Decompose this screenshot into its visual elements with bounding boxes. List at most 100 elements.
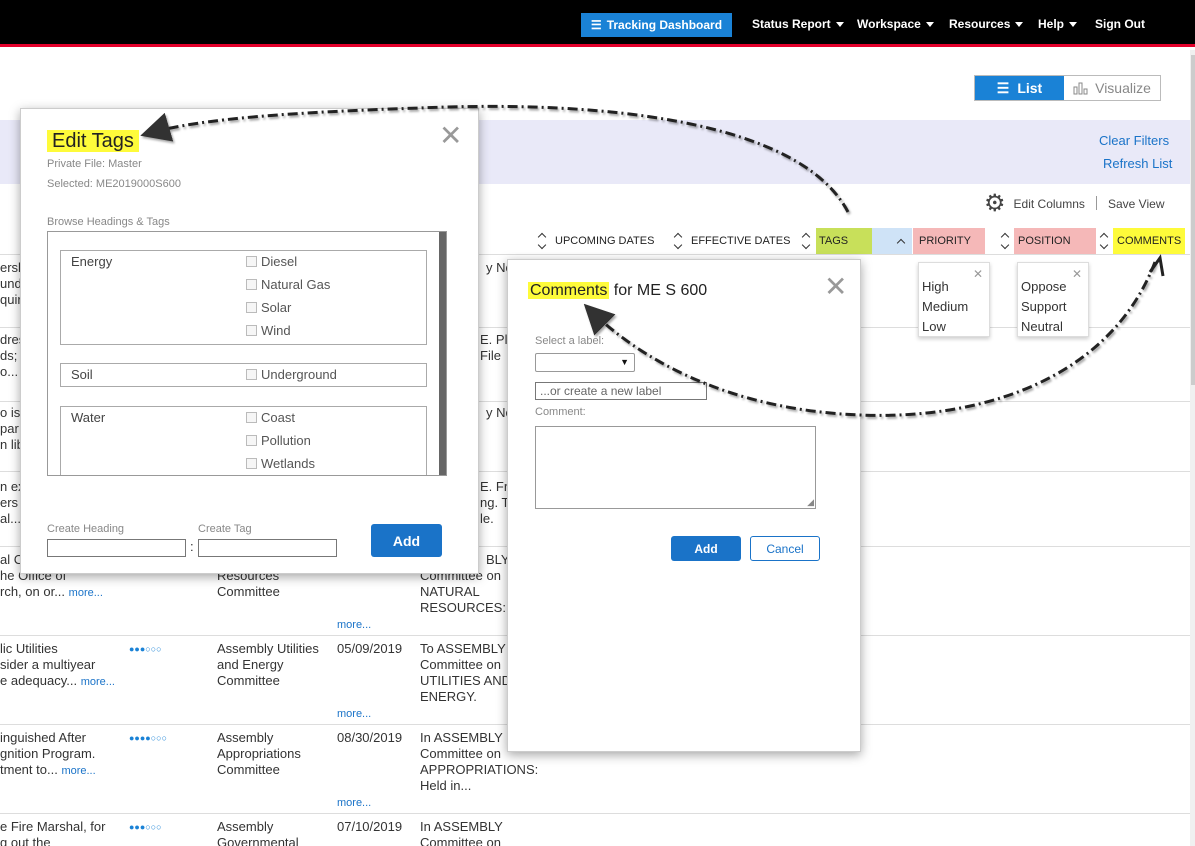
tag-checkbox[interactable]: Wind: [246, 323, 291, 338]
create-tag-label: Create Tag: [198, 523, 252, 535]
priority-option-low[interactable]: Low: [922, 317, 989, 337]
tracking-dashboard-button[interactable]: ☰ Tracking Dashboard: [581, 13, 732, 37]
comment-caption: Comment:: [535, 406, 586, 418]
nav-workspace[interactable]: Workspace: [857, 17, 934, 31]
tag-group-water: Water Coast Pollution Wetlands: [60, 406, 427, 475]
close-icon[interactable]: ✕: [1072, 264, 1082, 284]
nav-label: Status Report: [752, 17, 831, 31]
create-heading-input[interactable]: [47, 539, 186, 557]
more-link[interactable]: more...: [69, 587, 103, 599]
list-view-button[interactable]: ☰ List: [975, 76, 1064, 100]
create-heading-label: Create Heading: [47, 523, 125, 535]
row-date: 08/30/2019: [337, 730, 403, 745]
new-label-input[interactable]: ...or create a new label: [535, 382, 707, 400]
rating-dots: ●●●○○○: [129, 644, 162, 654]
bar-chart-icon: [1073, 82, 1088, 95]
chevron-down-icon: ▼: [620, 357, 629, 367]
comments-modal: Comments for ME S 600 ✕ Select a label: …: [507, 259, 861, 752]
priority-option-medium[interactable]: Medium: [922, 297, 989, 317]
group-heading: Energy: [71, 254, 113, 269]
tag-checkbox[interactable]: Solar: [246, 300, 291, 315]
nav-resources[interactable]: Resources: [949, 17, 1024, 31]
chevron-down-icon: [1069, 21, 1078, 27]
rating-dots: ●●●○○○: [129, 822, 162, 832]
tag-checkbox[interactable]: Wetlands: [246, 456, 315, 471]
comments-title: Comments for ME S 600: [528, 282, 708, 299]
edit-columns-label: Edit Columns: [1013, 197, 1085, 211]
tag-checkbox[interactable]: Coast: [246, 410, 295, 425]
page-scrollbar-thumb[interactable]: [1191, 55, 1195, 385]
more-link[interactable]: more...: [81, 676, 115, 688]
view-toggle: ☰ List Visualize: [974, 75, 1161, 101]
column-upcoming-dates[interactable]: UPCOMING DATES: [555, 228, 654, 254]
tag-checkbox[interactable]: Underground: [246, 367, 337, 382]
chevron-down-icon: [925, 21, 934, 27]
column-tags[interactable]: TAGS: [816, 228, 872, 254]
row-date: 05/09/2019: [337, 641, 403, 656]
nav-sign-out[interactable]: Sign Out: [1095, 17, 1145, 31]
tag-group-soil: Soil Underground: [60, 363, 427, 387]
tag-checkbox[interactable]: Pollution: [246, 433, 311, 448]
arrow-head-comments-col: [1148, 254, 1165, 277]
add-comment-button[interactable]: Add: [671, 536, 741, 561]
gear-icon: ⚙: [984, 190, 1006, 217]
priority-filter-popup: ✕ High Medium Low: [918, 262, 990, 337]
edit-tags-modal: Edit Tags ✕ Private File: Master Selecte…: [20, 108, 479, 574]
column-comments[interactable]: COMMENTS: [1113, 228, 1185, 254]
row-committee: Assembly Appropriations Committee: [217, 730, 301, 777]
column-effective-dates[interactable]: EFFECTIVE DATES: [691, 228, 790, 254]
more-link[interactable]: more...: [337, 706, 371, 722]
row-status: To ASSEMBLY Committee on UTILITIES AND ENER…: [420, 641, 512, 704]
close-icon[interactable]: ✕: [824, 270, 847, 303]
resize-handle-icon[interactable]: ◢: [807, 497, 814, 508]
close-icon[interactable]: ✕: [439, 119, 462, 152]
private-file-label: Private File: Master: [47, 158, 142, 170]
close-icon[interactable]: ✕: [973, 264, 983, 284]
tags-browser[interactable]: Energy Diesel Natural Gas Solar Wind Soi…: [47, 231, 447, 476]
create-tag-input[interactable]: [198, 539, 337, 557]
save-view-button[interactable]: Save View: [1108, 197, 1164, 211]
chevron-down-icon: [835, 21, 844, 27]
sort-upcoming-dates[interactable]: [535, 228, 549, 254]
more-link[interactable]: more...: [337, 617, 371, 633]
refresh-list-link[interactable]: Refresh List: [1103, 156, 1172, 171]
sort-effective-dates[interactable]: [671, 228, 685, 254]
add-tag-button[interactable]: Add: [371, 524, 442, 557]
cancel-button[interactable]: Cancel: [750, 536, 820, 561]
tag-checkbox[interactable]: Natural Gas: [246, 277, 330, 292]
chevron-up-icon: [896, 238, 906, 247]
visualize-view-button[interactable]: Visualize: [1064, 76, 1160, 100]
row-description: e Fire Marshal, for g out the: [0, 819, 106, 846]
position-option-support[interactable]: Support: [1021, 297, 1088, 317]
position-filter-popup: ✕ Oppose Support Neutral: [1017, 262, 1089, 337]
select-label-caption: Select a label:: [535, 335, 605, 347]
sort-priority[interactable]: [998, 228, 1012, 254]
sort-tags[interactable]: [799, 228, 813, 254]
tag-checkbox[interactable]: Diesel: [246, 254, 297, 269]
edit-columns-button[interactable]: ⚙ Edit Columns: [984, 190, 1085, 217]
more-link[interactable]: more...: [61, 765, 95, 777]
tracking-dashboard-label: Tracking Dashboard: [606, 18, 723, 32]
browse-headings-label: Browse Headings & Tags: [47, 216, 170, 228]
column-priority[interactable]: PRIORITY: [913, 228, 985, 254]
edit-tags-title: Edit Tags: [47, 130, 139, 153]
position-option-neutral[interactable]: Neutral: [1021, 317, 1088, 337]
row-committee: Assembly Governmental: [217, 819, 299, 846]
nav-help[interactable]: Help: [1038, 17, 1078, 31]
more-link[interactable]: more...: [337, 795, 371, 811]
tags-scrollbar[interactable]: [439, 232, 446, 475]
comment-textarea[interactable]: ◢: [535, 426, 816, 509]
row-divider: [0, 813, 1190, 814]
list-icon: ☰: [590, 18, 602, 32]
column-position[interactable]: POSITION: [1014, 228, 1096, 254]
tag-group-energy: Energy Diesel Natural Gas Solar Wind: [60, 250, 427, 345]
chevron-down-icon: [1015, 21, 1024, 27]
nav-status-report[interactable]: Status Report: [752, 17, 844, 31]
sort-position[interactable]: [1097, 228, 1111, 254]
label-select[interactable]: ▼: [535, 353, 635, 372]
top-nav-bar: ☰ Tracking Dashboard Status Report Works…: [0, 0, 1195, 47]
clear-filters-link[interactable]: Clear Filters: [1099, 133, 1169, 148]
row-committee: Assembly Utilities and Energy Committee: [217, 641, 319, 688]
nav-label: Sign Out: [1095, 17, 1145, 31]
tags-sort-area[interactable]: [872, 228, 912, 254]
